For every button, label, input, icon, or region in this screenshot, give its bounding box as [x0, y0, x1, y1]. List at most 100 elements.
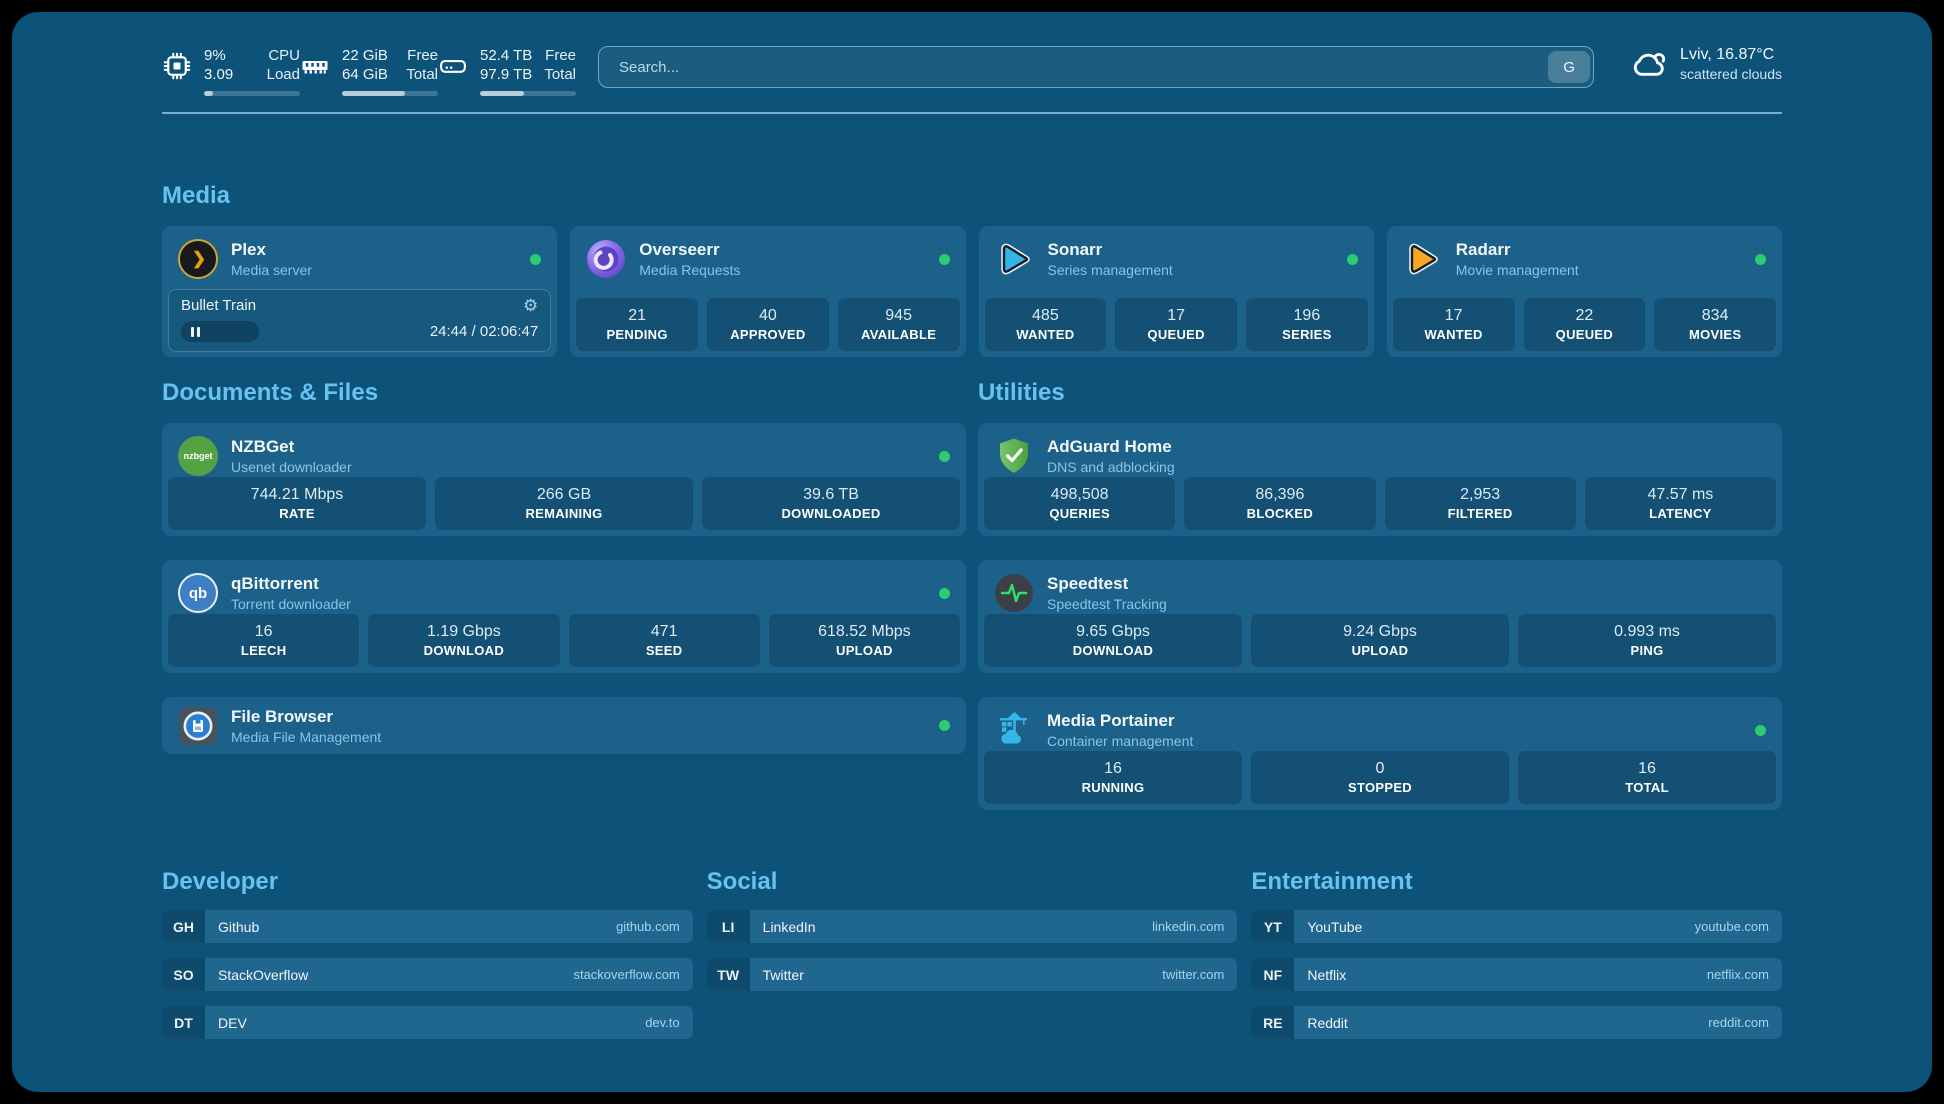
search-provider-button[interactable]: G [1548, 51, 1590, 83]
tile-value: 39.6 TB [702, 484, 960, 505]
bookmark-linkedin[interactable]: LILinkedInlinkedin.com [707, 910, 1238, 943]
app-name: Overseerr [639, 239, 740, 261]
adguard-icon [994, 436, 1034, 476]
app-subtitle: Usenet downloader [231, 458, 352, 476]
bookmark-name: Reddit [1307, 1015, 1347, 1031]
status-dot-online [939, 720, 950, 731]
app-card-nzbget[interactable]: nzbgetNZBGetUsenet downloader744.21 Mbps… [162, 423, 966, 536]
tile-label: FILTERED [1385, 505, 1576, 522]
tile-label: WANTED [985, 326, 1107, 343]
app-name: Plex [231, 239, 312, 261]
bookmark-stackoverflow[interactable]: SOStackOverflowstackoverflow.com [162, 958, 693, 991]
app-subtitle: Series management [1048, 261, 1173, 279]
stat-tile-download: 1.19 GbpsDOWNLOAD [368, 614, 559, 667]
bookmark-github[interactable]: GHGithubgithub.com [162, 910, 693, 943]
app-card-radarr[interactable]: RadarrMovie management17WANTED22QUEUED83… [1387, 226, 1782, 357]
tile-label: UPLOAD [1251, 642, 1509, 659]
app-card-media-portainer[interactable]: Media PortainerContainer management16RUN… [978, 697, 1782, 810]
cpu-icon [162, 51, 192, 81]
tile-label: RUNNING [984, 779, 1242, 796]
status-dot-online [1347, 254, 1358, 265]
nzbget-icon: nzbget [178, 436, 218, 476]
search-bar[interactable]: G [598, 46, 1594, 88]
stat-value: 52.4 TB [480, 46, 532, 65]
tile-value: 471 [569, 621, 760, 642]
bookmark-abbr: RE [1251, 1006, 1294, 1039]
app-card-sonarr[interactable]: SonarrSeries management485WANTED17QUEUED… [979, 226, 1374, 357]
bookmark-name: Twitter [763, 967, 804, 983]
tile-label: DOWNLOAD [984, 642, 1242, 659]
app-name: Media Portainer [1047, 710, 1193, 732]
tile-label: PENDING [576, 326, 698, 343]
weather-location-temp: Lviv, 16.87°C [1680, 44, 1782, 65]
radarr-icon [1403, 239, 1443, 279]
tile-value: 9.65 Gbps [984, 621, 1242, 642]
usage-bar [342, 91, 438, 96]
status-dot-online [1755, 254, 1766, 265]
app-card-speedtest[interactable]: SpeedtestSpeedtest Tracking9.65 GbpsDOWN… [978, 560, 1782, 673]
bookmark-twitter[interactable]: TWTwittertwitter.com [707, 958, 1238, 991]
tile-value: 86,396 [1184, 484, 1375, 505]
app-name: File Browser [231, 706, 381, 728]
stat-tile-upload: 618.52 MbpsUPLOAD [769, 614, 960, 667]
app-card-overseerr[interactable]: OverseerrMedia Requests21PENDING40APPROV… [570, 226, 965, 357]
status-dot-online [530, 254, 541, 265]
bookmark-name: Github [218, 919, 259, 935]
app-card-qbittorrent[interactable]: qbqBittorrentTorrent downloader16LEECH1.… [162, 560, 966, 673]
header: 9%3.09CPULoad22 GiB64 GiBFreeTotal52.4 T… [162, 12, 1782, 96]
tile-value: 834 [1654, 305, 1776, 326]
tile-label: WANTED [1393, 326, 1515, 343]
documents-card-stack: nzbgetNZBGetUsenet downloader744.21 Mbps… [162, 423, 966, 754]
tile-label: TOTAL [1518, 779, 1776, 796]
tile-value: 17 [1115, 305, 1237, 326]
bookmark-youtube[interactable]: YTYouTubeyoutube.com [1251, 910, 1782, 943]
bookmark-domain: stackoverflow.com [573, 967, 679, 982]
app-subtitle: Container management [1047, 732, 1193, 750]
bookmark-netflix[interactable]: NFNetflixnetflix.com [1251, 958, 1782, 991]
dashboard-panel: 9%3.09CPULoad22 GiB64 GiBFreeTotal52.4 T… [12, 12, 1932, 1092]
tile-value: 22 [1524, 305, 1646, 326]
app-card-file-browser[interactable]: File BrowserMedia File Management [162, 697, 966, 754]
tile-value: 485 [985, 305, 1107, 326]
search-input[interactable] [617, 58, 1548, 77]
status-dot-online [1755, 725, 1766, 736]
pause-button[interactable] [181, 321, 259, 342]
tile-label: QUERIES [984, 505, 1175, 522]
bookmark-name: YouTube [1307, 919, 1362, 935]
playback-time: 24:44 / 02:06:47 [430, 323, 538, 340]
tile-value: 618.52 Mbps [769, 621, 960, 642]
stat-tile-available: 945AVAILABLE [838, 298, 960, 351]
media-card-grid: ❯PlexMedia serverBullet Train⚙24:44 / 02… [162, 226, 1782, 357]
tile-value: 16 [984, 758, 1242, 779]
tile-value: 16 [1518, 758, 1776, 779]
app-name: AdGuard Home [1047, 436, 1175, 458]
gear-icon: ⚙ [523, 296, 538, 315]
usage-bar [204, 91, 300, 96]
app-card-adguard-home[interactable]: AdGuard HomeDNS and adblocking498,508QUE… [978, 423, 1782, 536]
plex-icon: ❯ [178, 239, 218, 279]
tile-value: 0.993 ms [1518, 621, 1776, 642]
stat-label: CPU [267, 46, 300, 65]
tile-label: PING [1518, 642, 1776, 659]
speedtest-icon [994, 573, 1034, 613]
pause-icon [191, 327, 194, 337]
middle-columns: Documents & Files nzbgetNZBGetUsenet dow… [162, 357, 1782, 810]
app-subtitle: DNS and adblocking [1047, 458, 1175, 476]
stat-tile-seed: 471SEED [569, 614, 760, 667]
bookmark-domain: twitter.com [1162, 967, 1224, 982]
sonarr-icon [995, 239, 1035, 279]
bookmark-section-entertainment: EntertainmentYTYouTubeyoutube.comNFNetfl… [1251, 868, 1782, 1039]
stat-tile-total: 16TOTAL [1518, 751, 1776, 804]
now-playing-widget: Bullet Train⚙24:44 / 02:06:47 [168, 289, 551, 352]
stat-tile-filtered: 2,953FILTERED [1385, 477, 1576, 530]
app-card-plex[interactable]: ❯PlexMedia serverBullet Train⚙24:44 / 02… [162, 226, 557, 357]
tile-value: 17 [1393, 305, 1515, 326]
tile-value: 196 [1246, 305, 1368, 326]
stream-settings-button[interactable]: ⚙ [523, 297, 538, 314]
documents-column: Documents & Files nzbgetNZBGetUsenet dow… [162, 357, 966, 810]
stat-tile-latency: 47.57 msLATENCY [1585, 477, 1776, 530]
bookmark-dev[interactable]: DTDEVdev.to [162, 1006, 693, 1039]
stat-value: 22 GiB [342, 46, 388, 65]
stat-tile-queued: 22QUEUED [1524, 298, 1646, 351]
bookmark-reddit[interactable]: RERedditreddit.com [1251, 1006, 1782, 1039]
